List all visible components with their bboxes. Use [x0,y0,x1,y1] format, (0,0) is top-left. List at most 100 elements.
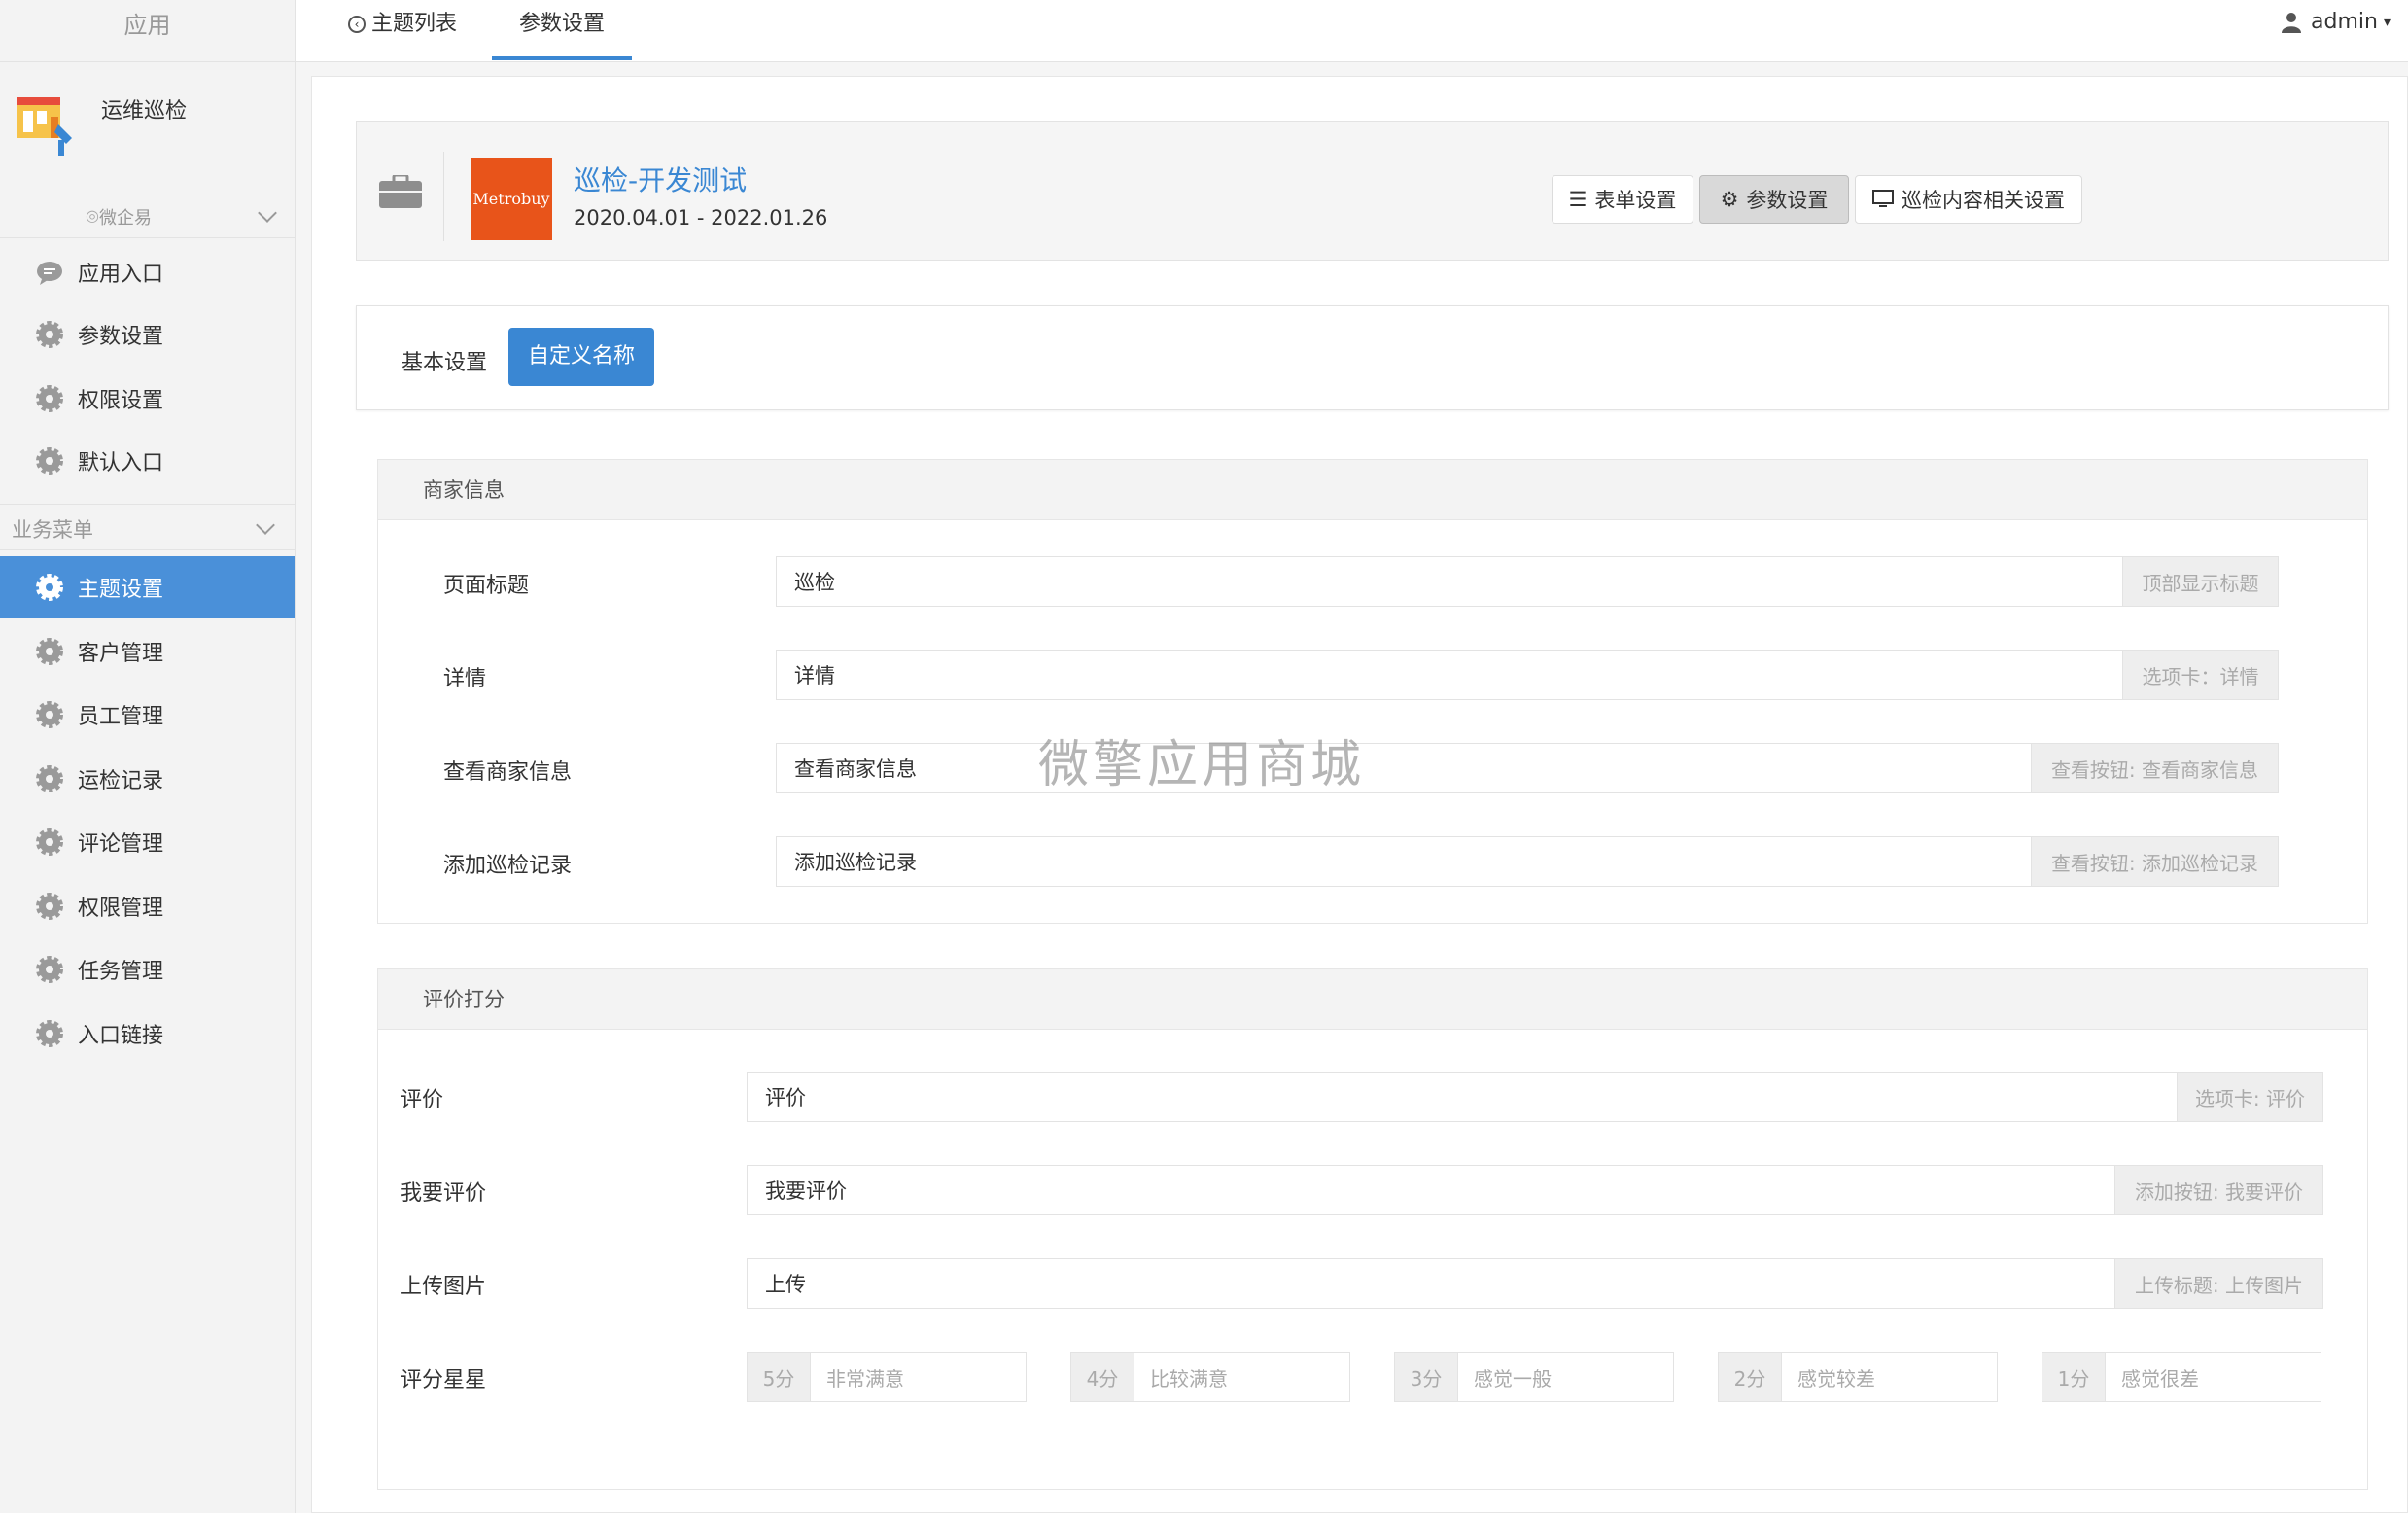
button-label: 表单设置 [1594,189,1677,212]
sidebar-item-default-entry[interactable]: 默认入口 [0,430,295,492]
gear-icon [35,446,64,475]
list-icon: ☰ [1568,188,1588,211]
star-score-addon: 2分 [1718,1352,1782,1402]
field-label: 页面标题 [443,574,530,598]
gear-icon [35,320,64,349]
input-addon: 查看按钮: 添加巡检记录 [2032,836,2279,887]
sidebar-item-label: 运检记录 [78,769,164,793]
upload-input[interactable]: 上传 [747,1258,2115,1309]
sidebar-item-permissions[interactable]: 权限设置 [0,368,295,430]
field-label: 添加巡检记录 [443,854,573,878]
rating-panel: 评价打分 [377,968,2368,1490]
user-menu[interactable]: admin ▾ [2282,10,2391,34]
settings-subtabs: 基本设置 自定义名称 [356,305,2389,410]
sidebar-item-label: 应用入口 [78,263,164,287]
section-label: 业务菜单 [12,518,93,542]
sidebar-item-app-entry[interactable]: 应用入口 [0,241,295,303]
chevron-down-icon [258,203,277,223]
button-label: 巡检内容相关设置 [1902,189,2065,212]
sidebar-header: 应用 [0,0,295,62]
tab-params[interactable]: 参数设置 [492,0,632,60]
sidebar-item-theme[interactable]: 主题设置 [0,556,295,618]
field-label: 上传图片 [401,1275,487,1299]
sidebar-item-label: 权限设置 [78,389,164,413]
view-merchant-input[interactable]: 查看商家信息 [776,743,2032,793]
sidebar-item-tasks[interactable]: 任务管理 [0,938,295,1001]
sidebar-item-label: 入口链接 [78,1024,164,1048]
panel-header: 商家信息 [378,460,2367,520]
sidebar-item-label: 主题设置 [78,578,164,602]
gear-icon [35,764,64,793]
tab-theme-list[interactable]: ‹ 主题列表 [348,0,457,60]
sidebar-item-label: 客户管理 [78,642,164,666]
button-label: 参数设置 [1746,189,1829,212]
gear-icon [35,1019,64,1048]
gear-icon [35,955,64,984]
gear-icon [35,637,64,666]
briefcase-icon [379,175,422,208]
field-label: 评分星星 [401,1368,487,1392]
sidebar-item-label: 任务管理 [78,960,164,984]
field-label: 我要评价 [401,1181,487,1206]
sidebar-item-label: 默认入口 [78,451,164,475]
sidebar-item-params[interactable]: 参数设置 [0,303,295,366]
app-title[interactable]: 巡检-开发测试 [574,159,747,198]
group-label: 微企易 [99,208,152,229]
app-date-range: 2020.04.01 - 2022.01.26 [574,206,828,229]
app-name: 运维巡检 [101,99,188,123]
sidebar-item-customers[interactable]: 客户管理 [0,620,295,683]
sidebar-item-label: 员工管理 [78,705,164,729]
input-addon: 添加按钮: 我要评价 [2115,1165,2323,1215]
monitor-icon [1872,190,1894,209]
star-text-input[interactable]: 非常满意 [811,1352,1027,1402]
chat-icon [35,258,64,287]
page-title-input[interactable]: 巡检 [776,556,2123,607]
star-text-input[interactable]: 感觉较差 [1782,1352,1998,1402]
divider [443,152,444,241]
rating-tab-input[interactable]: 评价 [747,1072,2178,1122]
input-addon: 选项卡: 评价 [2178,1072,2323,1122]
tab-basic-settings[interactable]: 基本设置 [401,345,487,376]
tab-custom-names[interactable]: 自定义名称 [508,328,654,386]
panel-header: 评价打分 [378,969,2367,1030]
star-text-input[interactable]: 感觉一般 [1458,1352,1674,1402]
input-addon: 查看按钮: 查看商家信息 [2032,743,2279,793]
sidebar-item-entry-links[interactable]: 入口链接 [0,1003,295,1065]
details-input[interactable]: 详情 [776,650,2123,700]
user-icon [2282,12,2302,33]
sidebar-item-records[interactable]: 运检记录 [0,748,295,810]
sidebar-item-comments[interactable]: 评论管理 [0,811,295,873]
sidebar-section-biz[interactable]: 业务菜单 [0,504,295,550]
chevron-down-icon [256,515,275,535]
app-logo-icon [17,97,72,156]
group-toggle[interactable]: ◎ 微企易 [0,194,295,237]
star-text-input[interactable]: 感觉很差 [2106,1352,2321,1402]
star-text-input[interactable]: 比较满意 [1134,1352,1350,1402]
gear-icon [35,892,64,921]
sidebar-item-label: 参数设置 [78,325,164,349]
back-circle-icon: ‹ [348,16,366,33]
sidebar-item-perm-mgmt[interactable]: 权限管理 [0,875,295,937]
rate-button-input[interactable]: 我要评价 [747,1165,2115,1215]
gear-icon [35,827,64,857]
star-score-addon: 4分 [1070,1352,1134,1402]
topbar: ‹ 主题列表 参数设置 admin ▾ [296,0,2408,62]
input-addon: 上传标题: 上传图片 [2115,1258,2323,1309]
star-score-addon: 3分 [1394,1352,1458,1402]
sidebar-item-label: 权限管理 [78,897,164,921]
add-record-input[interactable]: 添加巡检记录 [776,836,2032,887]
sidebar-item-label: 评论管理 [78,832,164,857]
field-label: 查看商家信息 [443,760,573,785]
params-settings-button[interactable]: ⚙ 参数设置 [1699,175,1849,224]
gear-icon [35,700,64,729]
field-label: 详情 [443,667,487,691]
sidebar-item-staff[interactable]: 员工管理 [0,684,295,746]
content-settings-button[interactable]: 巡检内容相关设置 [1855,175,2082,224]
input-addon: 选项卡：详情 [2123,650,2279,700]
form-settings-button[interactable]: ☰ 表单设置 [1552,175,1693,224]
gear-icon [35,573,64,602]
gear-icon [35,384,64,413]
username: admin [2311,10,2378,34]
sidebar: 应用 运维巡检 ◎ 微企易 应用入口 参数设置 权限设置 默认入口 业务菜单 主… [0,0,296,1513]
caret-down-icon: ▾ [2383,14,2391,30]
